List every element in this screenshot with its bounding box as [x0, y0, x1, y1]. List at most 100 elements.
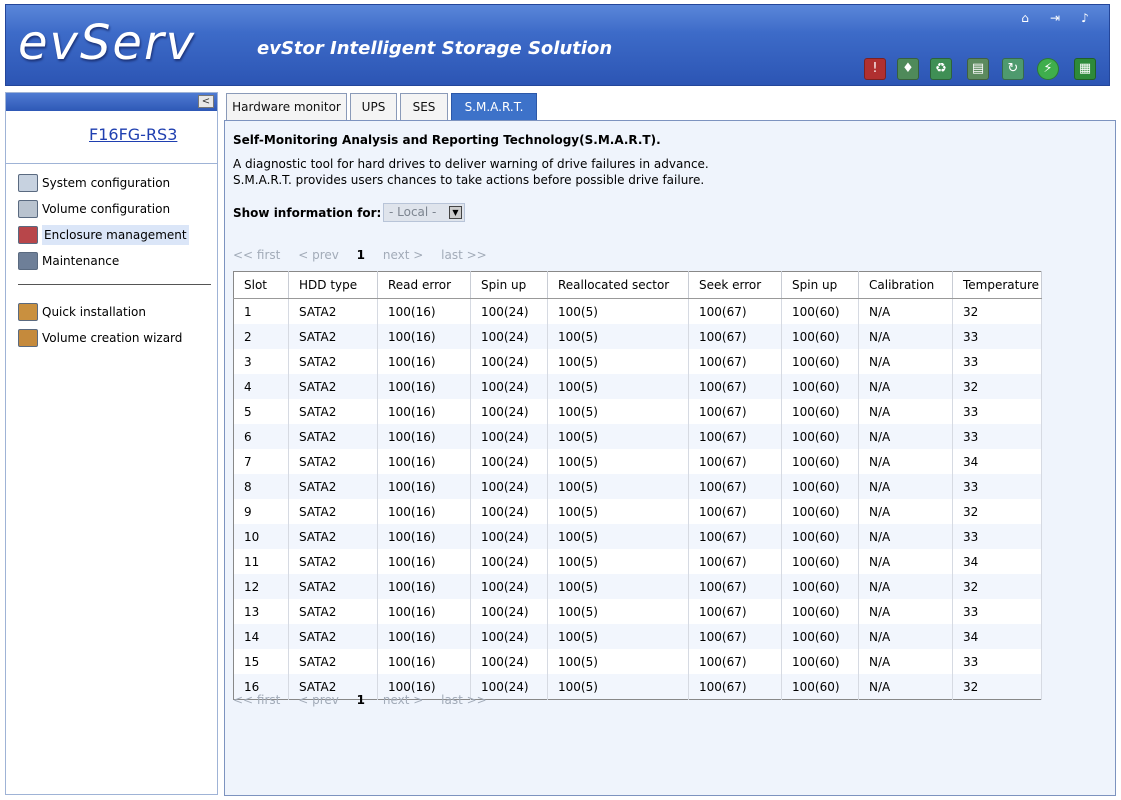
table-cell: 100(60) — [781, 424, 859, 449]
logout-icon[interactable]: ⇥ — [1048, 11, 1062, 25]
pager-last[interactable]: last >> — [441, 693, 487, 707]
table-cell: 100(16) — [377, 298, 471, 324]
table-cell: SATA2 — [288, 649, 378, 674]
pager-prev[interactable]: < prev — [298, 248, 339, 262]
recycle-icon[interactable]: ♻ — [930, 58, 952, 80]
table-cell: 100(5) — [547, 624, 689, 649]
table-cell: 100(67) — [688, 524, 782, 549]
nav-enclosure-management[interactable]: Enclosure management — [18, 225, 189, 245]
pager-first[interactable]: << first — [233, 248, 280, 262]
table-cell: 100(5) — [547, 349, 689, 374]
table-cell: 100(67) — [688, 349, 782, 374]
table-cell: 100(60) — [781, 399, 859, 424]
table-row: 9 SATA2 100(16) 100(24) 100(5) 100(67) 100(60)… — [233, 499, 1042, 524]
table-cell: N/A — [858, 374, 953, 399]
water-icon[interactable]: ♦ — [897, 58, 919, 80]
table-cell: 100(67) — [688, 599, 782, 624]
table-cell: 32 — [952, 574, 1042, 599]
column-header: Reallocated sector — [547, 271, 689, 299]
home-icon[interactable]: ⌂ — [1018, 11, 1032, 25]
table-cell: 100(67) — [688, 574, 782, 599]
table-cell: 100(5) — [547, 599, 689, 624]
table-cell: N/A — [858, 649, 953, 674]
table-cell: 100(24) — [470, 298, 548, 324]
table-cell: 100(60) — [781, 599, 859, 624]
smart-panel: Self-Monitoring Analysis and Reporting T… — [224, 120, 1116, 796]
table-cell: 100(5) — [547, 524, 689, 549]
table-cell: 100(67) — [688, 399, 782, 424]
nav-system-configuration[interactable]: System configuration — [18, 173, 170, 193]
table-cell: 100(5) — [547, 549, 689, 574]
column-header: Temperature — [952, 271, 1042, 299]
table-cell: N/A — [858, 549, 953, 574]
collapse-sidebar-button[interactable]: < — [198, 95, 214, 108]
column-header: Spin up — [781, 271, 859, 299]
table-cell: 33 — [952, 349, 1042, 374]
column-header: Read error — [377, 271, 471, 299]
table-cell: 33 — [952, 424, 1042, 449]
power-icon[interactable]: ⚡ — [1037, 58, 1059, 80]
tab-ups[interactable]: UPS — [350, 93, 397, 120]
table-cell: 100(60) — [781, 574, 859, 599]
volume-config-icon — [18, 200, 38, 218]
table-cell: 100(60) — [781, 649, 859, 674]
chip-icon[interactable]: ▦ — [1074, 58, 1096, 80]
sound-icon[interactable]: ♪ — [1078, 11, 1092, 25]
nav-volume-creation-wizard[interactable]: Volume creation wizard — [18, 328, 182, 348]
table-cell: N/A — [858, 524, 953, 549]
pager-current: 1 — [356, 248, 366, 262]
description-line-2: S.M.A.R.T. provides users chances to tak… — [233, 173, 705, 187]
disk-alert-icon[interactable]: ! — [864, 58, 886, 80]
page-title: Self-Monitoring Analysis and Reporting T… — [233, 133, 661, 147]
pager-next[interactable]: next > — [383, 693, 423, 707]
table-cell: 34 — [952, 624, 1042, 649]
table-cell: N/A — [858, 399, 953, 424]
table-cell: 4 — [233, 374, 289, 399]
pager-last[interactable]: last >> — [441, 248, 487, 262]
table-cell: 100(67) — [688, 649, 782, 674]
enclosure-icon — [18, 226, 38, 244]
app-header: evServ evStor Intelligent Storage Soluti… — [5, 4, 1110, 86]
nav-quick-installation[interactable]: Quick installation — [18, 302, 146, 322]
device-name-link[interactable]: F16FG-RS3 — [89, 125, 177, 144]
floppy-icon[interactable]: ▤ — [967, 58, 989, 80]
table-cell: 33 — [952, 474, 1042, 499]
column-header: Spin up — [470, 271, 548, 299]
nav-label: Volume configuration — [42, 202, 171, 216]
nav-label: Enclosure management — [42, 225, 189, 245]
nav-volume-configuration[interactable]: Volume configuration — [18, 199, 170, 219]
pager-prev[interactable]: < prev — [298, 693, 339, 707]
tab-smart[interactable]: S.M.A.R.T. — [451, 93, 537, 120]
source-select[interactable]: - Local - ▼ — [383, 203, 465, 222]
table-cell: 12 — [233, 574, 289, 599]
table-cell: 15 — [233, 649, 289, 674]
table-cell: 100(67) — [688, 499, 782, 524]
table-cell: 100(16) — [377, 424, 471, 449]
table-cell: SATA2 — [288, 298, 378, 324]
table-cell: 32 — [952, 674, 1042, 700]
table-cell: 100(60) — [781, 449, 859, 474]
chevron-down-icon[interactable]: ▼ — [449, 206, 462, 219]
table-cell: 13 — [233, 599, 289, 624]
table-cell: SATA2 — [288, 524, 378, 549]
table-cell: 100(5) — [547, 424, 689, 449]
table-cell: 3 — [233, 349, 289, 374]
system-config-icon — [18, 174, 38, 192]
table-cell: 33 — [952, 649, 1042, 674]
table-cell: 34 — [952, 449, 1042, 474]
table-cell: 9 — [233, 499, 289, 524]
table-cell: 2 — [233, 324, 289, 349]
cycle-icon[interactable]: ↻ — [1002, 58, 1024, 80]
table-cell: SATA2 — [288, 499, 378, 524]
tab-hardware-monitor[interactable]: Hardware monitor — [226, 93, 347, 120]
table-cell: 100(16) — [377, 349, 471, 374]
table-cell: SATA2 — [288, 349, 378, 374]
pager-next[interactable]: next > — [383, 248, 423, 262]
column-header: Slot — [233, 271, 289, 299]
source-select-value: - Local - — [389, 205, 437, 219]
table-cell: 100(60) — [781, 499, 859, 524]
nav-maintenance[interactable]: Maintenance — [18, 251, 119, 271]
pager-first[interactable]: << first — [233, 693, 280, 707]
tab-ses[interactable]: SES — [400, 93, 448, 120]
table-cell: 100(16) — [377, 399, 471, 424]
